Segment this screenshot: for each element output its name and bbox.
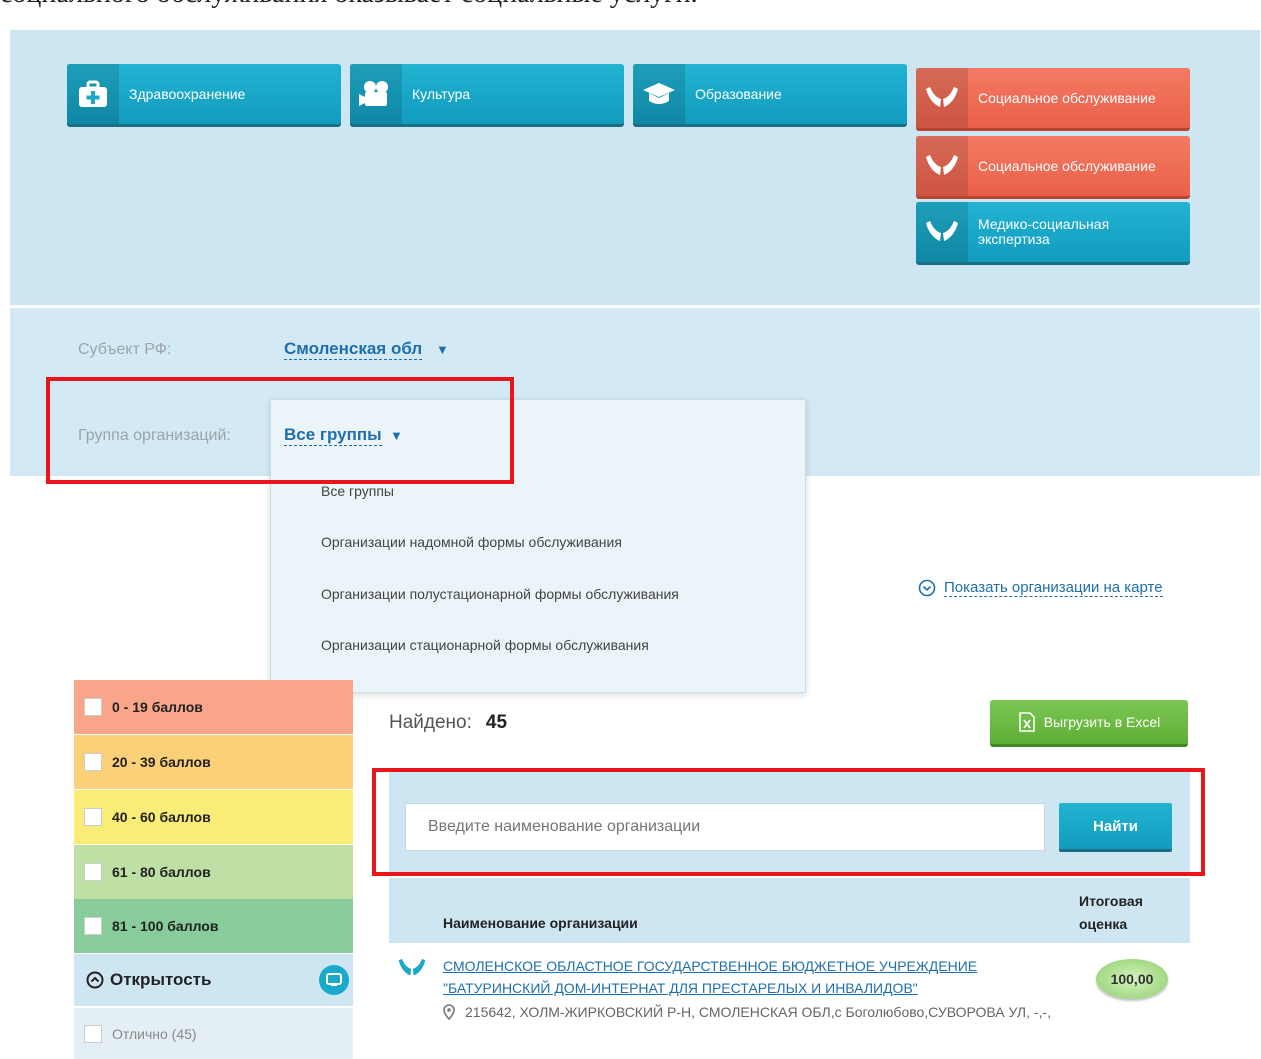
category-label: Образование: [695, 85, 782, 102]
found-count: Найдено: 45: [389, 712, 507, 734]
category-social-service-button[interactable]: Социальное обслуживание: [916, 68, 1190, 128]
dropdown-option-all[interactable]: Все группы: [321, 483, 394, 499]
film-camera-icon: [350, 64, 402, 124]
first-aid-kit-icon: [67, 64, 119, 124]
category-label: Социальное обслуживание: [978, 89, 1156, 106]
openness-filter-excellent[interactable]: Отлично (45): [74, 1008, 353, 1059]
category-label: Культура: [412, 85, 471, 102]
category-healthcare-button[interactable]: Здравоохранение: [67, 64, 341, 124]
subject-select[interactable]: Смоленская обл: [284, 339, 423, 360]
checkbox[interactable]: [84, 863, 102, 881]
found-label: Найдено:: [389, 712, 472, 733]
excel-file-icon: [1018, 712, 1035, 732]
dropdown-option-home[interactable]: Организации надомной формы обслуживания: [321, 534, 622, 550]
location-pin-icon: [443, 1004, 455, 1020]
checkbox[interactable]: [84, 917, 102, 935]
caring-hands-icon: [398, 958, 426, 976]
checkbox[interactable]: [84, 1024, 102, 1043]
show-map-link[interactable]: Показать организации на карте: [918, 579, 1163, 597]
subject-value: Смоленская обл: [284, 339, 423, 358]
score-filter-0-19[interactable]: 0 - 19 баллов: [74, 680, 353, 734]
checkbox[interactable]: [84, 698, 102, 716]
score-filter-81-100[interactable]: 81 - 100 баллов: [74, 899, 353, 953]
table-row: СМОЛЕНСКОЕ ОБЛАСТНОЕ ГОСУДАРСТВЕННОЕ БЮД…: [389, 947, 1190, 1057]
column-name-header: Наименование организации: [443, 915, 638, 931]
subject-label: Субъект РФ:: [78, 341, 172, 358]
chevron-down-icon[interactable]: ▼: [436, 342, 449, 357]
openness-item-label: Отлично (45): [112, 1025, 197, 1042]
found-number: 45: [485, 712, 508, 733]
category-label: Здравоохранение: [129, 85, 246, 102]
graduation-cap-icon: [633, 64, 685, 124]
address-text: 215642, ХОЛМ-ЖИРКОВСКИЙ Р-Н, СМОЛЕНСКАЯ …: [465, 1004, 1052, 1020]
category-culture-button[interactable]: Культура: [350, 64, 624, 124]
category-education-button[interactable]: Образование: [633, 64, 907, 124]
checkbox[interactable]: [84, 753, 102, 771]
chevron-circle-down-icon: [918, 579, 936, 597]
openness-title: Открытость: [110, 970, 212, 989]
caring-hands-icon: [916, 202, 968, 262]
category-medical-expertise-button[interactable]: Медико-социальная экспертиза: [916, 202, 1190, 262]
column-score-header: Итоговая оценка: [1079, 893, 1143, 932]
show-map-label: Показать организации на карте: [944, 579, 1163, 597]
highlight-frame-group: [46, 377, 514, 484]
export-excel-label: Выгрузить в Excel: [1043, 714, 1161, 730]
category-label: Медико-социальная экспертиза: [978, 216, 1110, 247]
score-label: 61 - 80 баллов: [112, 864, 211, 880]
score-label: 20 - 39 баллов: [112, 754, 211, 770]
export-excel-button[interactable]: Выгрузить в Excel: [990, 700, 1188, 744]
table-header: Наименование организации Итоговая оценка: [389, 878, 1190, 943]
openness-section-header[interactable]: Открытость: [74, 954, 353, 1006]
caring-hands-icon: [916, 68, 968, 128]
caring-hands-icon: [916, 136, 968, 196]
organization-address: 215642, ХОЛМ-ЖИРКОВСКИЙ Р-Н, СМОЛЕНСКАЯ …: [443, 1001, 1063, 1023]
score-filter-40-60[interactable]: 40 - 60 баллов: [74, 790, 353, 844]
category-label: Социальное обслуживание: [978, 157, 1156, 174]
score-filter-61-80[interactable]: 61 - 80 баллов: [74, 845, 353, 899]
checkbox[interactable]: [84, 808, 102, 826]
score-label: 0 - 19 баллов: [112, 699, 203, 715]
caption-text: социального обслуживания оказывает социа…: [0, 0, 698, 10]
score-label: 40 - 60 баллов: [112, 809, 211, 825]
score-badge: 100,00: [1096, 959, 1168, 999]
category-social-service-button-2[interactable]: Социальное обслуживание: [916, 136, 1190, 196]
score-label: 81 - 100 баллов: [112, 918, 219, 934]
dropdown-option-stationary[interactable]: Организации стационарной формы обслужива…: [321, 637, 649, 653]
chevron-circle-up-icon: [86, 971, 104, 989]
highlight-frame-search: [372, 768, 1205, 876]
organization-name-link[interactable]: СМОЛЕНСКОЕ ОБЛАСТНОЕ ГОСУДАРСТВЕННОЕ БЮД…: [443, 955, 1023, 999]
dropdown-option-semi-stationary[interactable]: Организации полустационарной формы обслу…: [321, 586, 679, 602]
tablet-icon[interactable]: [319, 965, 349, 995]
score-filter-20-39[interactable]: 20 - 39 баллов: [74, 735, 353, 789]
